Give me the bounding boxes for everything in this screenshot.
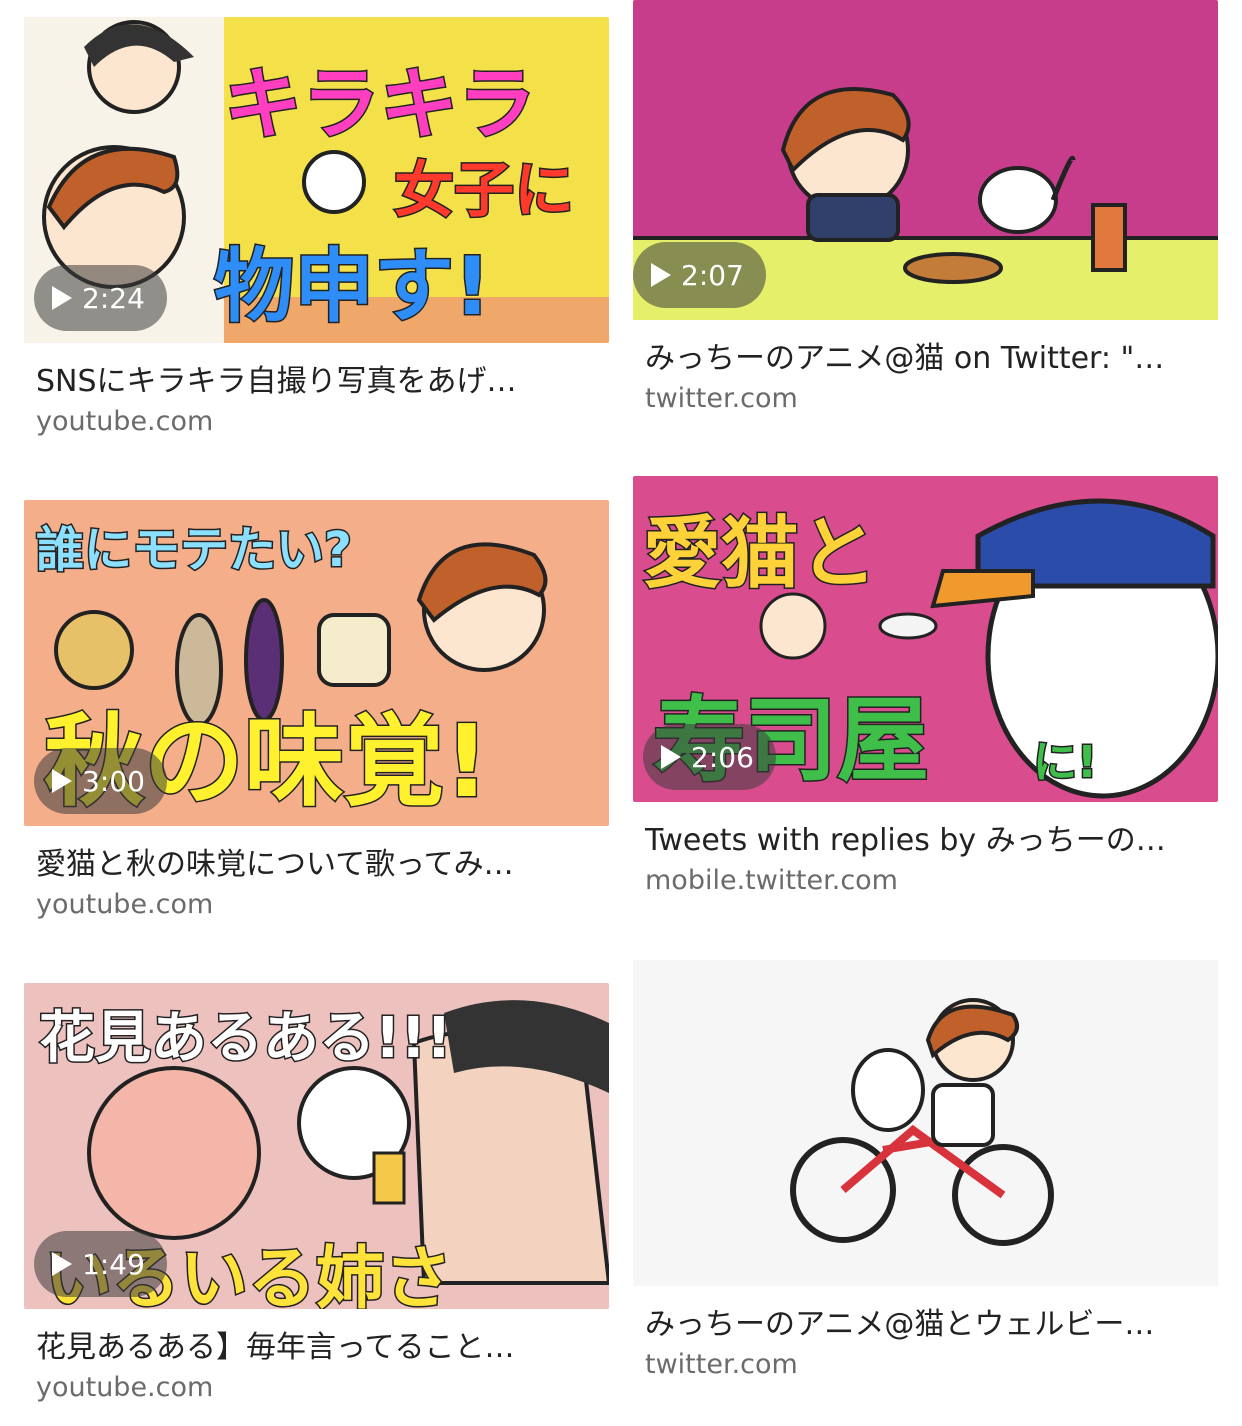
duration-text: 1:49 (82, 1247, 145, 1281)
result-card[interactable]: 2:07 みっちーのアニメ@猫 on Twitter: "… twitter.c… (633, 0, 1218, 416)
duration-badge: 2:24 (34, 265, 167, 331)
thumbnail-text-1: 愛猫と (641, 508, 878, 601)
thumbnail-text-1: 花見あるある!!! (38, 1005, 454, 1073)
result-card[interactable]: キラキラ 女子に 物申す! 2:24 SNSにキラキラ自撮り写真をあげ… you… (24, 17, 609, 439)
thumbnail-text-1: 誰にモテたい? (35, 521, 354, 580)
duration-badge: 3:00 (34, 748, 167, 814)
video-thumbnail[interactable]: 誰にモテたい? 秋の味覚! 3:00 (24, 500, 609, 826)
duration-badge: 2:07 (633, 242, 766, 308)
duration-badge: 1:49 (34, 1231, 167, 1297)
play-icon (651, 263, 671, 287)
result-source: mobile.twitter.com (645, 865, 898, 896)
duration-text: 2:24 (82, 281, 145, 315)
result-card[interactable]: 愛猫と 寿司屋 に! 2:06 Tweets with replies by み… (633, 476, 1218, 898)
play-icon (52, 286, 72, 310)
thumbnail-illustration (633, 960, 1218, 1286)
result-title[interactable]: 愛猫と秋の味覚について歌ってみ… (36, 846, 597, 884)
duration-text: 2:06 (691, 740, 754, 774)
result-source: youtube.com (36, 406, 214, 437)
result-source: youtube.com (36, 1372, 214, 1403)
result-title[interactable]: 花見あるある】毎年言ってること… (36, 1329, 597, 1367)
thumbnail-text-2: 女子に (393, 155, 576, 228)
thumbnail-text-3: 物申す! (212, 239, 491, 335)
play-icon (661, 745, 681, 769)
result-card[interactable]: みっちーのアニメ@猫とウェルビー… twitter.com (633, 960, 1218, 1382)
result-source: youtube.com (36, 889, 214, 920)
duration-badge: 2:06 (643, 724, 776, 790)
image-thumbnail[interactable] (633, 960, 1218, 1286)
video-thumbnail[interactable]: キラキラ 女子に 物申す! 2:24 (24, 17, 609, 343)
play-icon (52, 1252, 72, 1276)
result-card[interactable]: 誰にモテたい? 秋の味覚! 3:00 愛猫と秋の味覚について歌ってみ… yout… (24, 500, 609, 922)
duration-text: 2:07 (681, 258, 744, 292)
result-title[interactable]: みっちーのアニメ@猫とウェルビー… (645, 1306, 1206, 1344)
video-thumbnail[interactable]: 花見あるある!!! いるいる姉さん!!! 1:49 (24, 983, 609, 1309)
duration-text: 3:00 (82, 764, 145, 798)
thumbnail-text-3: に! (1031, 736, 1098, 790)
result-source: twitter.com (645, 1349, 798, 1380)
result-source: twitter.com (645, 383, 798, 414)
video-thumbnail[interactable]: 愛猫と 寿司屋 に! 2:06 (633, 476, 1218, 802)
result-title[interactable]: Tweets with replies by みっちーの… (645, 822, 1206, 860)
result-title[interactable]: SNSにキラキラ自撮り写真をあげ… (36, 363, 597, 401)
thumbnail-text-1: キラキラ (222, 59, 537, 152)
video-thumbnail[interactable]: 2:07 (633, 0, 1218, 320)
result-card[interactable]: 花見あるある!!! いるいる姉さん!!! 1:49 花見あるある】毎年言ってるこ… (24, 983, 609, 1405)
play-icon (52, 769, 72, 793)
result-title[interactable]: みっちーのアニメ@猫 on Twitter: "… (645, 340, 1206, 378)
